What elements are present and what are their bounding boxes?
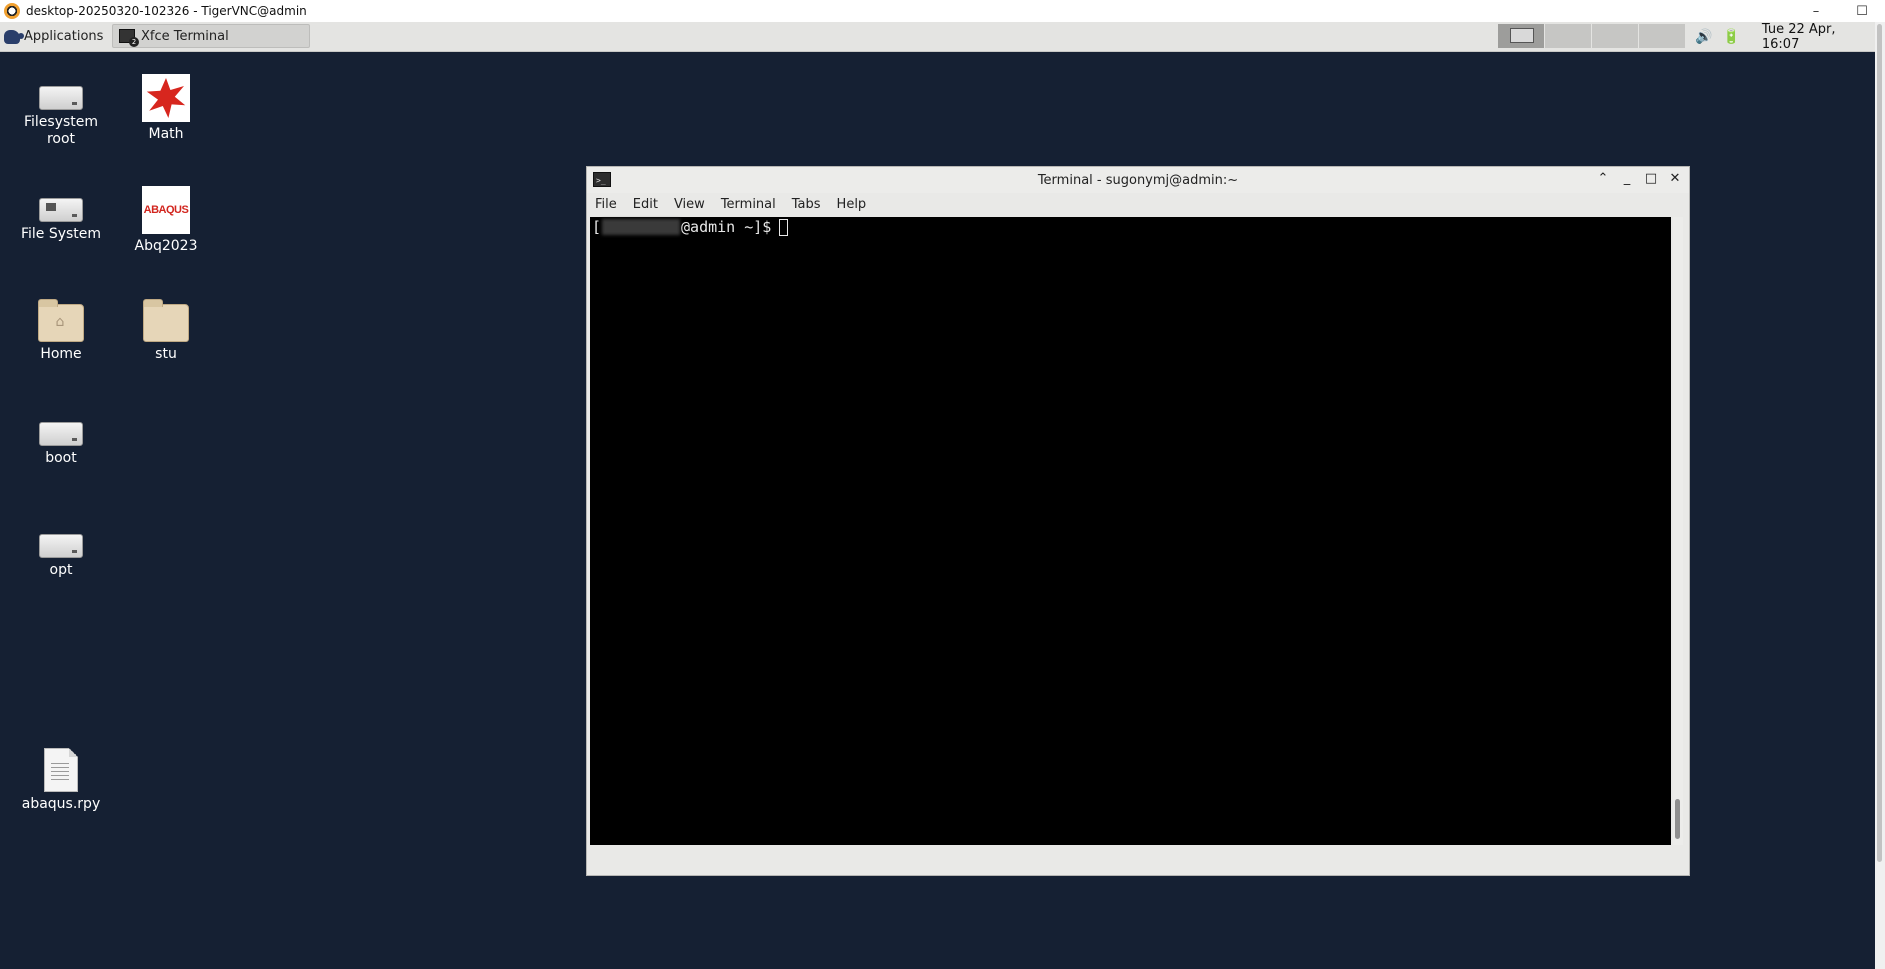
system-tray: 🔊 🔋 Tue 22 Apr, 16:07 [1695,22,1875,52]
shell-prompt: [ @admin ~]$ [592,217,789,237]
vnc-maximize-button[interactable]: ☐ [1839,0,1885,22]
terminal-window-title: Terminal - sugonymj@admin:~ [1037,172,1239,188]
terminal-scrollbar-thumb[interactable] [1675,799,1680,839]
terminal-app-icon[interactable]: >_ [593,172,611,187]
applications-label: Applications [24,29,104,44]
vnc-scrollbar-thumb[interactable] [1877,24,1882,862]
desktop-icon-math[interactable]: Math [111,74,221,143]
xfce-mouse-icon [4,29,24,44]
menu-view[interactable]: View [666,197,713,212]
desktop-icon-abq2023[interactable]: ABAQUS Abq2023 [111,186,221,255]
terminal-titlebar[interactable]: >_ Terminal - sugonymj@admin:~ ⌃ _ □ ✕ [587,167,1689,193]
menu-terminal[interactable]: Terminal [713,197,784,212]
desktop-icon-label: Math [148,126,184,142]
maximize-icon[interactable]: □ [1643,171,1659,186]
desktop-icon-filesystem-root[interactable]: Filesystem root [6,74,116,148]
workspace-switcher [1497,24,1685,48]
text-file-icon [44,748,78,792]
menu-edit[interactable]: Edit [625,197,666,212]
mathematica-icon [142,74,190,122]
abaqus-logo-text: ABAQUS [143,203,189,216]
menu-tabs[interactable]: Tabs [784,197,829,212]
desktop-icon-label: opt [49,562,73,578]
redacted-username [602,219,681,235]
folder-icon [143,299,189,342]
taskbar-item-label: Xfce Terminal [141,28,229,44]
prompt-host-path: @admin ~]$ [681,218,772,236]
panel-clock[interactable]: Tue 22 Apr, 16:07 [1762,22,1875,52]
desktop-icon-file-system[interactable]: File System [6,186,116,243]
desktop-icon-label: abaqus.rpy [21,796,101,812]
home-folder-icon: ⌂ [38,299,84,342]
abaqus-icon: ABAQUS [142,186,190,234]
terminal-screen[interactable]: [ @admin ~]$ [590,217,1671,845]
tigervnc-icon [4,3,20,19]
close-icon[interactable]: ✕ [1667,171,1683,186]
workspace-2[interactable] [1544,24,1591,48]
drive-icon [39,534,83,558]
xfce-panel: Applications ⋮ 2 Xfce Terminal 🔊 🔋 Tue 2… [0,22,1875,52]
terminal-scrollbar[interactable] [1673,217,1683,845]
desktop-icon-label: Filesystem root [23,114,99,147]
volume-icon[interactable]: 🔊 [1695,29,1712,45]
terminal-window[interactable]: >_ Terminal - sugonymj@admin:~ ⌃ _ □ ✕ F… [586,166,1690,876]
vnc-titlebar: desktop-20250320-102326 - TigerVNC@admin… [0,0,1885,22]
workspace-3[interactable] [1591,24,1638,48]
taskbar-item-xfce-terminal[interactable]: 2 Xfce Terminal [112,24,310,48]
vnc-window-title: desktop-20250320-102326 - TigerVNC@admin [26,4,307,18]
desktop-icon-abaqus-rpy[interactable]: abaqus.rpy [6,748,116,813]
desktop-icon-label: File System [20,226,102,242]
menu-help[interactable]: Help [829,197,875,212]
drive-icon [39,422,83,446]
drive-icon [39,198,83,222]
desktop-icon-label: Abq2023 [134,238,198,254]
desktop-icon-label: boot [45,450,77,466]
applications-menu-button[interactable]: Applications ⋮ [0,22,124,51]
vnc-window-controls: – ☐ [1793,0,1885,22]
desktop-icon-stu[interactable]: stu [111,298,221,363]
desktop-icon-opt[interactable]: opt [6,522,116,579]
desktop-icon-home[interactable]: ⌂ Home [6,298,116,363]
window-count-badge: 2 [129,37,139,47]
desktop-icon-label: stu [155,346,177,362]
workspace-1[interactable] [1497,24,1544,48]
battery-icon[interactable]: 🔋 [1722,29,1739,45]
terminal-menubar: File Edit View Terminal Tabs Help [587,193,1689,215]
workspace-window-preview [1510,28,1534,43]
remote-desktop[interactable]: Applications ⋮ 2 Xfce Terminal 🔊 🔋 Tue 2… [0,22,1875,969]
drive-icon [39,86,83,110]
vnc-minimize-button[interactable]: – [1793,0,1839,22]
shade-up-icon[interactable]: ⌃ [1595,171,1611,186]
desktop-icon-boot[interactable]: boot [6,410,116,467]
terminal-window-controls: ⌃ _ □ ✕ [1595,171,1683,186]
desktop-icon-label: Home [40,346,82,362]
workspace-4[interactable] [1638,24,1685,48]
vnc-vertical-scrollbar[interactable] [1875,22,1885,969]
terminal-icon: 2 [119,29,139,47]
menu-file[interactable]: File [587,197,625,212]
terminal-cursor [779,218,789,236]
prompt-open-bracket: [ [592,218,602,236]
minimize-icon[interactable]: _ [1619,171,1635,186]
